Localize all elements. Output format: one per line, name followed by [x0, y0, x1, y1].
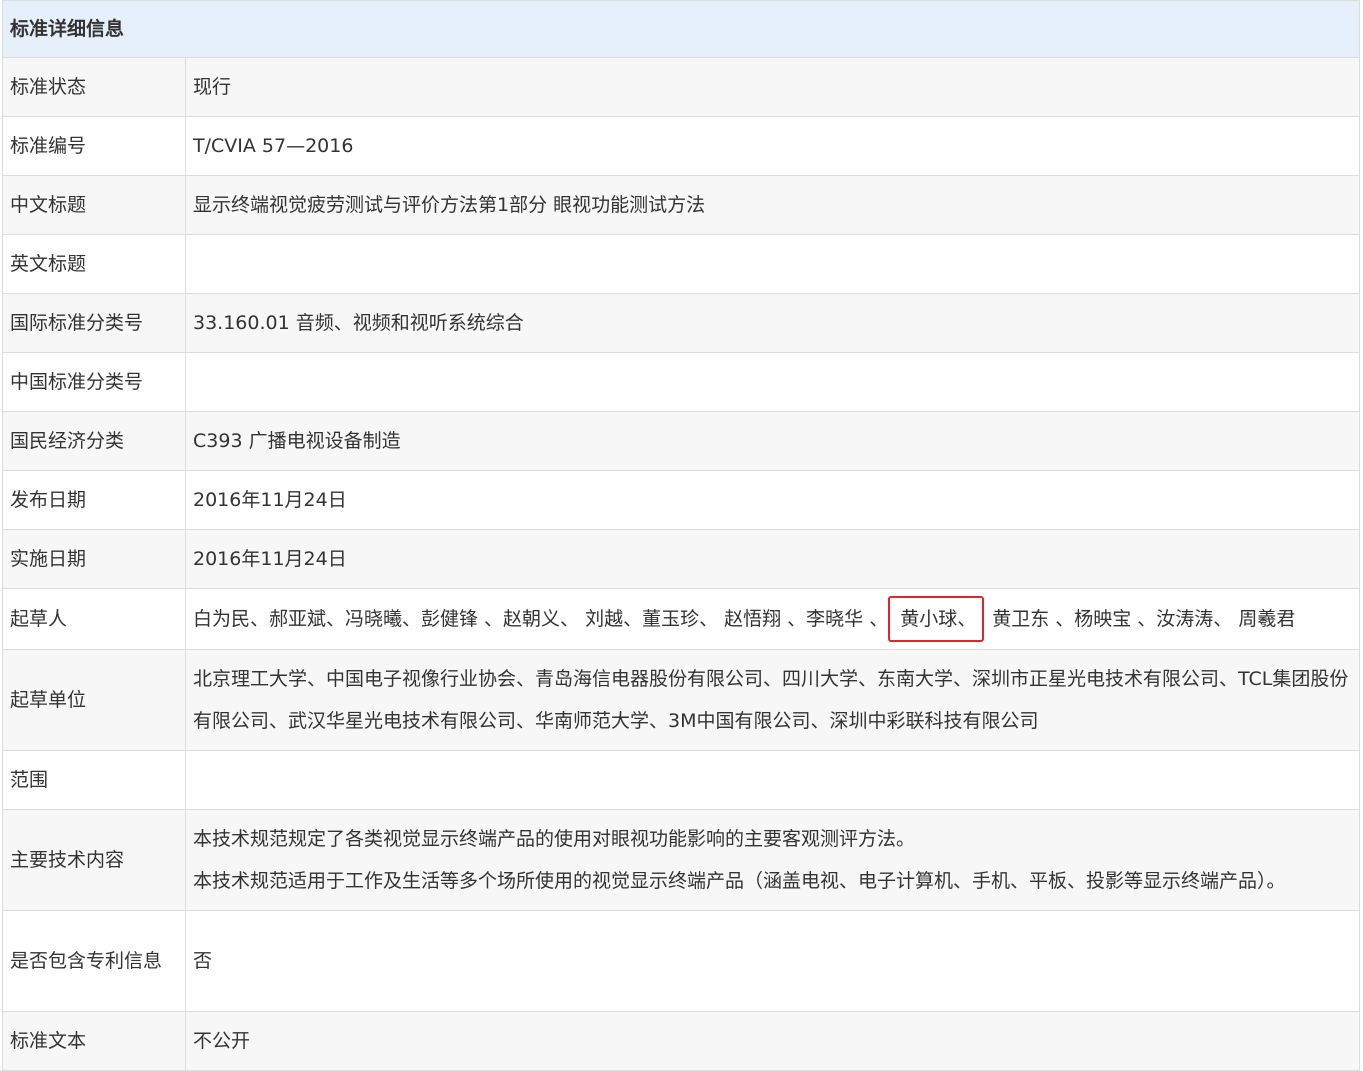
drafters-list-after: 黄卫东 、杨映宝 、汝涛涛、 周羲君 [992, 608, 1296, 630]
text-label: 标准文本 [2, 1011, 186, 1071]
tech-line-1: 本技术规范规定了各类视觉显示终端产品的使用对眼视功能影响的主要客观测评方法。 [193, 828, 916, 850]
row-industry: 国民经济分类 C393 广播电视设备制造 [2, 411, 1361, 471]
row-status: 标准状态 现行 [2, 57, 1361, 117]
standard-detail-panel: 标准详细信息 标准状态 现行 标准编号 T/CVIA 57—2016 中文标题 … [1, 0, 1362, 1071]
patent-label: 是否包含专利信息 [2, 910, 186, 1012]
table-title: 标准详细信息 [1, 0, 1361, 58]
ics-value: 33.160.01 音频、视频和视听系统综合 [184, 293, 1361, 353]
tech-label: 主要技术内容 [2, 809, 186, 911]
table-header-row: 标准详细信息 [1, 0, 1361, 58]
scope-value [184, 750, 1361, 810]
row-drafters: 起草人 白为民、郝亚斌、冯晓曦、彭健锋 、赵朝义、 刘越、董玉珍、 赵悟翔 、李… [2, 588, 1361, 650]
row-ccs: 中国标准分类号 [2, 352, 1361, 412]
drafters-list-before: 白为民、郝亚斌、冯晓曦、彭健锋 、赵朝义、 刘越、董玉珍、 赵悟翔 、李晓华 、 [193, 608, 889, 630]
publish-date-label: 发布日期 [2, 470, 186, 530]
row-impl-date: 实施日期 2016年11月24日 [2, 529, 1361, 589]
units-value: 北京理工大学、中国电子视像行业协会、青岛海信电器股份有限公司、四川大学、东南大学… [184, 649, 1361, 751]
scope-label: 范围 [2, 750, 186, 810]
status-value: 现行 [184, 57, 1361, 117]
ics-label: 国际标准分类号 [2, 293, 186, 353]
drafters-value: 白为民、郝亚斌、冯晓曦、彭健锋 、赵朝义、 刘越、董玉珍、 赵悟翔 、李晓华 、… [184, 588, 1361, 650]
cn-title-value: 显示终端视觉疲劳测试与评价方法第1部分 眼视功能测试方法 [184, 175, 1361, 235]
number-label: 标准编号 [2, 116, 186, 176]
impl-date-value: 2016年11月24日 [184, 529, 1361, 589]
highlighted-drafter: 黄小球、 [888, 596, 985, 642]
industry-value: C393 广播电视设备制造 [184, 411, 1361, 471]
standard-detail-table: 标准详细信息 标准状态 现行 标准编号 T/CVIA 57—2016 中文标题 … [1, 0, 1361, 1071]
tech-value: 本技术规范规定了各类视觉显示终端产品的使用对眼视功能影响的主要客观测评方法。 本… [184, 809, 1361, 911]
patent-value: 否 [184, 910, 1361, 1012]
row-publish-date: 发布日期 2016年11月24日 [2, 470, 1361, 530]
row-number: 标准编号 T/CVIA 57—2016 [2, 116, 1361, 176]
tech-line-2: 本技术规范适用于工作及生活等多个场所使用的视觉显示终端产品（涵盖电视、电子计算机… [193, 870, 1286, 892]
en-title-value [184, 234, 1361, 294]
ccs-value [184, 352, 1361, 412]
drafters-label: 起草人 [2, 588, 186, 650]
row-text: 标准文本 不公开 [2, 1011, 1361, 1071]
row-units: 起草单位 北京理工大学、中国电子视像行业协会、青岛海信电器股份有限公司、四川大学… [2, 649, 1361, 751]
row-cn-title: 中文标题 显示终端视觉疲劳测试与评价方法第1部分 眼视功能测试方法 [2, 175, 1361, 235]
units-label: 起草单位 [2, 649, 186, 751]
row-patent: 是否包含专利信息 否 [2, 910, 1361, 1012]
en-title-label: 英文标题 [2, 234, 186, 294]
text-value: 不公开 [184, 1011, 1361, 1071]
row-ics: 国际标准分类号 33.160.01 音频、视频和视听系统综合 [2, 293, 1361, 353]
ccs-label: 中国标准分类号 [2, 352, 186, 412]
row-tech: 主要技术内容 本技术规范规定了各类视觉显示终端产品的使用对眼视功能影响的主要客观… [2, 809, 1361, 911]
number-value: T/CVIA 57—2016 [184, 116, 1361, 176]
row-scope: 范围 [2, 750, 1361, 810]
row-en-title: 英文标题 [2, 234, 1361, 294]
impl-date-label: 实施日期 [2, 529, 186, 589]
status-label: 标准状态 [2, 57, 186, 117]
cn-title-label: 中文标题 [2, 175, 186, 235]
industry-label: 国民经济分类 [2, 411, 186, 471]
publish-date-value: 2016年11月24日 [184, 470, 1361, 530]
